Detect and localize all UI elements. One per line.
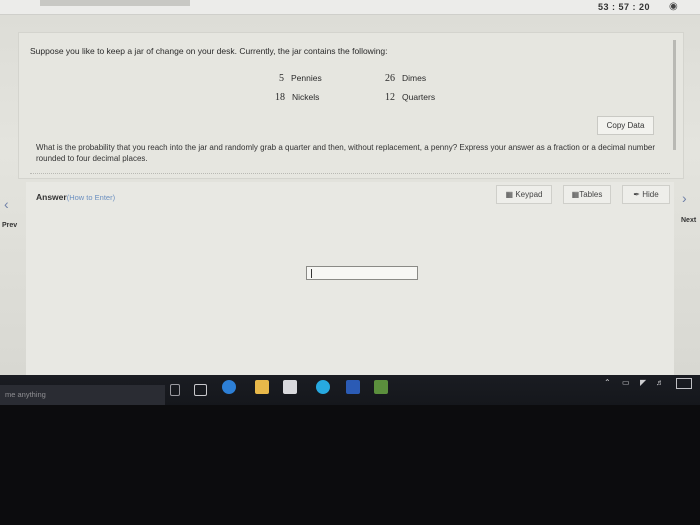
notification-icon[interactable] [676, 378, 692, 389]
task-view-icon[interactable] [194, 384, 207, 396]
chevron-up-icon[interactable]: ⌃ [604, 378, 611, 387]
divider [30, 173, 670, 174]
tables-label: Tables [579, 190, 603, 199]
coin-quarters: 12 Quarters [385, 92, 435, 103]
pencil-icon: ✒ [633, 190, 640, 199]
text-cursor [311, 269, 312, 278]
coin-name: Quarters [402, 92, 436, 102]
answer-input[interactable] [306, 266, 418, 280]
coin-name: Dimes [402, 73, 427, 83]
coin-count: 18 [275, 92, 285, 103]
chevron-right-icon[interactable]: › [682, 190, 687, 206]
eye-icon[interactable]: ◉ [669, 1, 678, 12]
cortana-search-box[interactable]: me anything [0, 385, 165, 405]
store-icon[interactable] [283, 380, 297, 394]
coin-count: 12 [385, 92, 395, 103]
coin-nickels: 18 Nickels [275, 92, 319, 103]
windows-taskbar: me anything ⌃ ▭ ◤ ♬ [0, 375, 700, 405]
scrollbar[interactable] [673, 40, 676, 150]
timer: 53 : 57 : 20 [598, 2, 651, 12]
file-explorer-icon[interactable] [255, 380, 269, 394]
next-label[interactable]: Next [681, 217, 700, 224]
copy-data-button[interactable]: Copy Data [597, 116, 654, 135]
coin-name: Nickels [292, 92, 320, 102]
answer-title: Answer [36, 192, 67, 202]
microphone-icon[interactable] [170, 384, 180, 396]
app-icon[interactable] [374, 380, 388, 394]
top-bar: 53 : 57 : 20 ◉ [0, 0, 700, 15]
keypad-button[interactable]: ▦ Keypad [496, 185, 552, 204]
keypad-label: Keypad [515, 190, 543, 199]
chevron-left-icon[interactable]: ‹ [4, 196, 9, 212]
coin-name: Pennies [291, 73, 322, 83]
hide-button[interactable]: ✒ Hide [622, 185, 670, 204]
how-to-enter-link[interactable]: (How to Enter) [67, 193, 115, 202]
title-fragment [40, 0, 190, 6]
answer-heading: Answer(How to Enter) [36, 192, 115, 202]
keypad-icon: ▦ [505, 190, 514, 199]
question-prompt: What is the probability that you reach i… [36, 143, 656, 163]
browser-viewport: 53 : 57 : 20 ◉ Suppose you like to keep … [0, 0, 700, 375]
prev-label[interactable]: Prev [2, 222, 17, 229]
coin-count: 5 [279, 73, 284, 84]
chrome-icon[interactable] [316, 380, 330, 394]
coin-pennies: 5 Pennies [279, 73, 322, 84]
network-icon[interactable]: ◤ [640, 378, 646, 387]
word-icon[interactable] [346, 380, 360, 394]
coin-count: 26 [385, 73, 395, 84]
question-intro: Suppose you like to keep a jar of change… [30, 46, 388, 56]
tables-button[interactable]: ▦Tables [563, 185, 611, 204]
volume-icon[interactable]: ♬ [656, 378, 664, 387]
coin-dimes: 26 Dimes [385, 73, 426, 84]
edge-browser-icon[interactable] [222, 380, 236, 394]
battery-icon[interactable]: ▭ [622, 378, 630, 387]
hide-label: Hide [642, 190, 659, 199]
